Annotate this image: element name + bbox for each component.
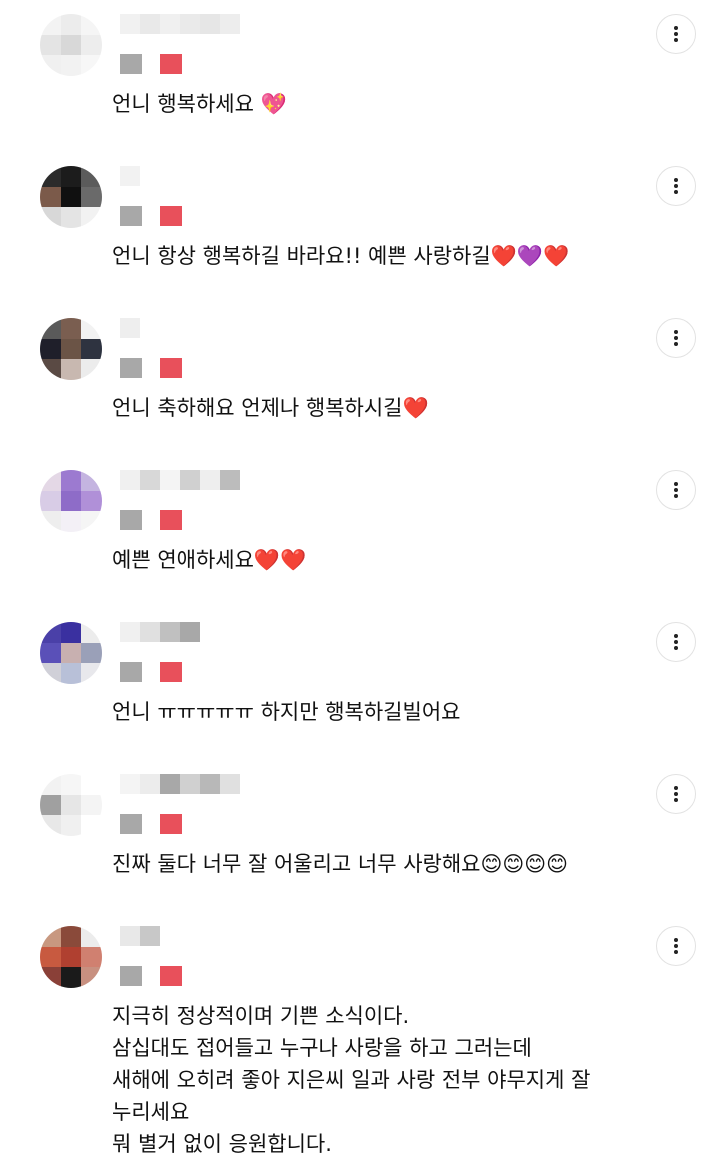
- username-redacted[interactable]: [120, 318, 140, 338]
- comment-text: 예쁜 연애하세요❤️❤️: [112, 548, 307, 572]
- meta-redacted: [120, 966, 182, 986]
- meta-redacted: [120, 814, 182, 834]
- meta-redacted: [120, 54, 182, 74]
- avatar[interactable]: [40, 774, 102, 836]
- meta-redacted: [120, 662, 182, 682]
- more-vertical-icon: [674, 178, 678, 194]
- username-redacted[interactable]: [120, 926, 160, 946]
- more-options-button[interactable]: [656, 470, 696, 510]
- avatar[interactable]: [40, 166, 102, 228]
- avatar[interactable]: [40, 14, 102, 76]
- more-vertical-icon: [674, 482, 678, 498]
- meta-redacted: [120, 206, 182, 226]
- meta-redacted: [120, 510, 182, 530]
- avatar[interactable]: [40, 926, 102, 988]
- more-vertical-icon: [674, 938, 678, 954]
- more-options-button[interactable]: [656, 774, 696, 814]
- more-vertical-icon: [674, 634, 678, 650]
- more-vertical-icon: [674, 330, 678, 346]
- more-options-button[interactable]: [656, 926, 696, 966]
- username-redacted[interactable]: [120, 14, 240, 34]
- avatar[interactable]: [40, 470, 102, 532]
- comment-text: 언니 축하해요 언제나 행복하시길❤️: [112, 396, 429, 420]
- more-vertical-icon: [674, 786, 678, 802]
- username-redacted[interactable]: [120, 166, 140, 186]
- comment-text: 지극히 정상적이며 기쁜 소식이다. 삼십대도 접어들고 누구나 사랑을 하고 …: [112, 1004, 591, 1156]
- username-redacted[interactable]: [120, 622, 200, 642]
- username-redacted[interactable]: [120, 774, 240, 794]
- more-vertical-icon: [674, 26, 678, 42]
- more-options-button[interactable]: [656, 622, 696, 662]
- meta-redacted: [120, 358, 182, 378]
- comment-text: 언니 ㅠㅠㅠㅠㅠ 하지만 행복하길빌어요: [112, 700, 461, 724]
- comment-text: 진짜 둘다 너무 잘 어울리고 너무 사랑해요😊😊😊😊: [112, 852, 569, 876]
- avatar[interactable]: [40, 622, 102, 684]
- more-options-button[interactable]: [656, 166, 696, 206]
- avatar[interactable]: [40, 318, 102, 380]
- comment-text: 언니 항상 행복하길 바라요!! 예쁜 사랑하길❤️💜❤️: [112, 244, 570, 268]
- username-redacted[interactable]: [120, 470, 240, 490]
- comment-text: 언니 행복하세요 💖: [112, 92, 287, 116]
- more-options-button[interactable]: [656, 14, 696, 54]
- more-options-button[interactable]: [656, 318, 696, 358]
